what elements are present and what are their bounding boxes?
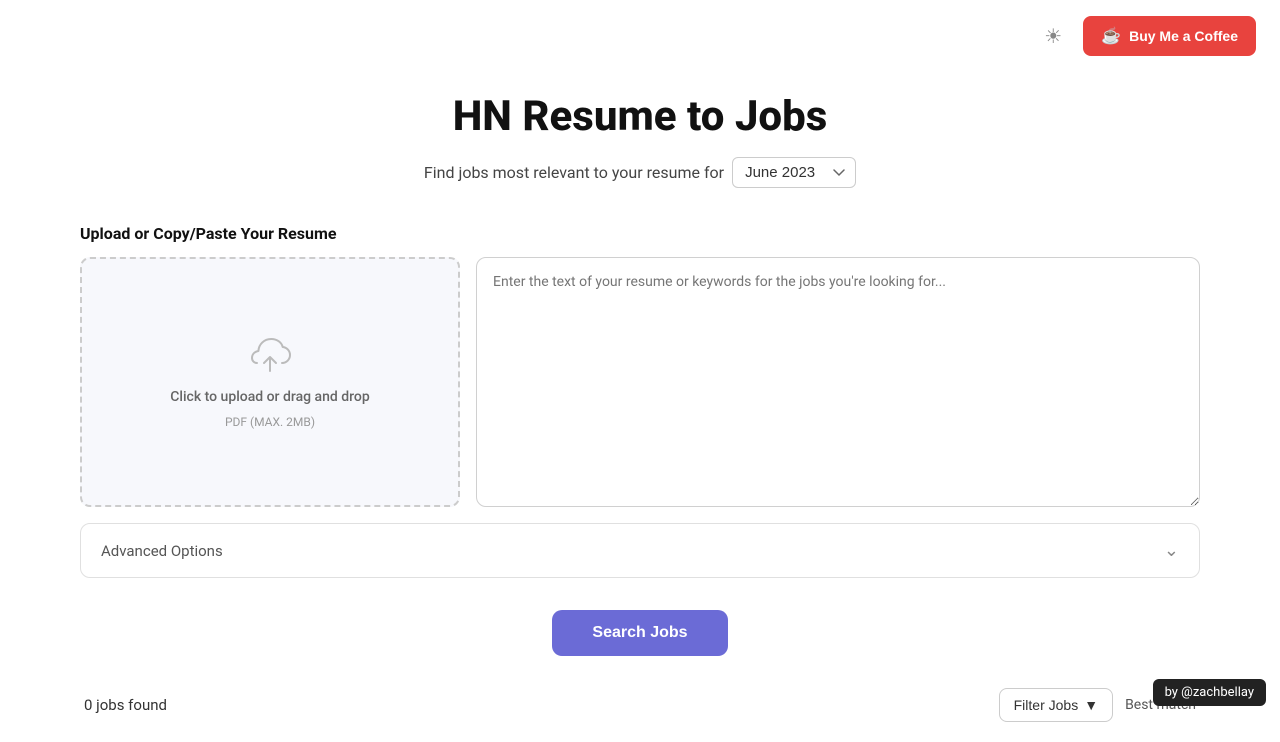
resume-textarea[interactable]	[476, 257, 1200, 507]
theme-toggle-button[interactable]: ☀	[1035, 18, 1071, 54]
upload-area-row: Click to upload or drag and drop PDF (MA…	[80, 257, 1200, 507]
filter-jobs-label: Filter Jobs	[1014, 697, 1079, 713]
filter-jobs-button[interactable]: Filter Jobs ▼	[999, 688, 1113, 722]
filter-icon: ▼	[1084, 697, 1098, 713]
advanced-options-label: Advanced Options	[101, 542, 223, 560]
upload-dropzone[interactable]: Click to upload or drag and drop PDF (MA…	[80, 257, 460, 507]
dropzone-sublabel: PDF (MAX. 2MB)	[225, 415, 315, 429]
search-jobs-button[interactable]: Search Jobs	[552, 610, 727, 656]
dropzone-label: Click to upload or drag and drop	[170, 389, 369, 405]
header: ☀ ☕ Buy Me a Coffee	[0, 0, 1280, 72]
cloud-upload-icon	[244, 335, 296, 379]
jobs-found-row: 0 jobs found Filter Jobs ▼ Best match	[80, 688, 1200, 722]
coffee-icon: ☕	[1101, 26, 1121, 46]
jobs-found-count: 0 jobs found	[84, 696, 167, 714]
month-select[interactable]: June 2023 May 2023 April 2023 March 2023	[732, 157, 856, 188]
search-btn-row: Search Jobs	[80, 610, 1200, 656]
advanced-options-panel[interactable]: Advanced Options ⌄	[80, 523, 1200, 578]
page-title: HN Resume to Jobs	[80, 92, 1200, 141]
main-content: HN Resume to Jobs Find jobs most relevan…	[40, 72, 1240, 742]
attribution-text: by @zachbellay	[1165, 685, 1254, 700]
upload-section-label: Upload or Copy/Paste Your Resume	[80, 224, 1200, 243]
subtitle-text: Find jobs most relevant to your resume f…	[424, 163, 724, 182]
subtitle-row: Find jobs most relevant to your resume f…	[80, 157, 1200, 188]
chevron-down-icon: ⌄	[1164, 540, 1179, 561]
buy-coffee-label: Buy Me a Coffee	[1129, 28, 1238, 44]
attribution-badge: by @zachbellay	[1153, 679, 1266, 706]
sun-icon: ☀	[1044, 24, 1062, 49]
buy-coffee-button[interactable]: ☕ Buy Me a Coffee	[1083, 16, 1256, 56]
